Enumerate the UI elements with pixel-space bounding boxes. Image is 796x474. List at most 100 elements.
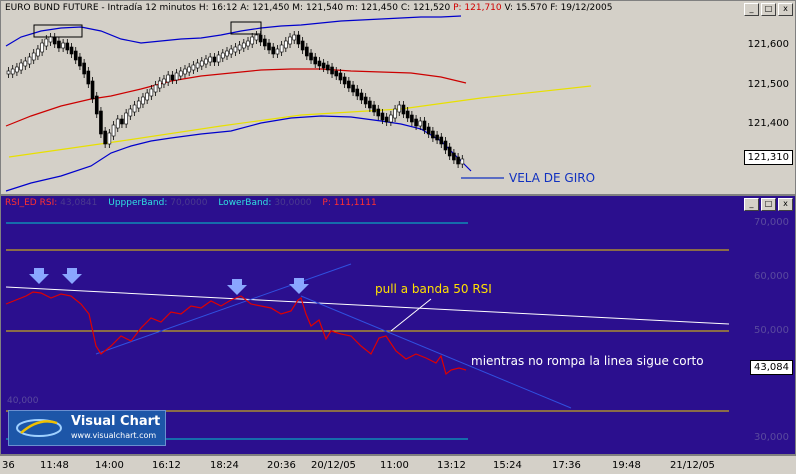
candle-body [313, 56, 318, 65]
candle-body [90, 80, 95, 100]
candle-body [23, 60, 28, 67]
trend-annotation: mientras no rompa la linea sigue corto [471, 354, 704, 368]
logo-url: www.visualchart.com [71, 431, 157, 440]
candle-body [44, 38, 49, 47]
xtick-3: 16:12 [152, 460, 181, 471]
candle-body [410, 114, 414, 123]
candle-body [166, 74, 170, 83]
candle-body [347, 80, 351, 89]
price-window-buttons: _ □ x [744, 3, 793, 16]
down-arrow-2 [62, 268, 82, 284]
white-trend-line [5, 286, 730, 325]
candle-body [69, 46, 74, 55]
candle-body [376, 108, 381, 117]
rsi-ytick-50: 50,000 [754, 325, 789, 336]
candle-body [431, 130, 435, 139]
candle-body [288, 36, 292, 45]
candle-body [191, 64, 196, 71]
candle-body [279, 44, 284, 53]
candle-body [36, 48, 40, 57]
candle-body [355, 88, 360, 97]
candle-body [372, 104, 376, 113]
candle-body [254, 34, 259, 41]
candle-body [422, 120, 427, 131]
rsi-ytick-60: 60,000 [754, 271, 789, 282]
lower-bollinger-line [5, 115, 472, 192]
xtick-0: 36 [2, 460, 15, 471]
close-button[interactable]: x [778, 3, 793, 16]
candle-body [183, 68, 187, 75]
price-chart-pane[interactable]: EURO BUND FUTURE - Intradía 12 minutos H… [0, 0, 796, 195]
candle-body [389, 114, 393, 123]
xtick-5: 20:36 [267, 460, 296, 471]
xtick-8: 13:12 [437, 460, 466, 471]
down-arrow-1 [29, 268, 49, 284]
xtick-7: 11:00 [380, 460, 409, 471]
xtick-12: 21/12/05 [670, 460, 715, 471]
minimize-button[interactable]: _ [744, 198, 759, 211]
maximize-button[interactable]: □ [761, 198, 776, 211]
down-arrows [29, 268, 309, 295]
candle-body [233, 46, 238, 53]
candle-body [162, 78, 166, 85]
pull-annotation: pull a banda 50 RSI [375, 282, 492, 296]
maximize-button[interactable]: □ [761, 3, 776, 16]
candle-body [363, 96, 368, 105]
candle-body [237, 44, 242, 51]
candle-body [120, 118, 124, 125]
rsi-ytick-70: 70,000 [754, 217, 789, 228]
candle-body [220, 52, 225, 59]
candle-body [242, 42, 246, 49]
candle-body [443, 140, 448, 151]
candle-body [275, 48, 280, 55]
candle-body [338, 72, 343, 81]
candle-body [212, 56, 217, 63]
candle-body [384, 116, 389, 123]
candle-body [393, 108, 397, 119]
time-x-axis: 36 11:48 14:00 16:12 18:24 20:36 20/12/0… [0, 455, 796, 474]
candle-body [250, 36, 255, 45]
candle-body [52, 36, 57, 45]
candle-body [401, 104, 406, 115]
candle-body [460, 158, 465, 165]
candle-body [86, 70, 91, 85]
candle-body [246, 40, 250, 47]
down-arrow-3 [227, 279, 247, 295]
candle-body [267, 42, 271, 51]
candle-body [321, 62, 326, 69]
candle-body [225, 50, 229, 57]
candle-body [326, 64, 330, 71]
xtick-11: 19:48 [612, 460, 641, 471]
candle-body [31, 52, 36, 61]
candle-body [296, 34, 301, 45]
candle-body [145, 92, 149, 101]
logo-name: Visual Chart [71, 414, 161, 429]
candle-body [439, 136, 444, 145]
candle-body [380, 112, 385, 121]
candle-body [447, 146, 452, 157]
candle-body [15, 66, 19, 73]
candle-body [330, 66, 334, 75]
rsi-ytick-30: 30,000 [754, 432, 789, 443]
candle-body [351, 84, 355, 93]
candle-body [216, 54, 221, 63]
candle-body [292, 34, 297, 41]
candle-body [115, 118, 120, 129]
xtick-6: 20/12/05 [311, 460, 356, 471]
candle-body [178, 70, 183, 77]
candle-body [199, 60, 204, 67]
xtick-4: 18:24 [210, 460, 239, 471]
close-button[interactable]: x [778, 198, 793, 211]
minimize-button[interactable]: _ [744, 3, 759, 16]
candle-body [187, 66, 191, 73]
candle-body [132, 104, 137, 113]
last-price-box: 121,310 [743, 150, 793, 165]
candle-body [174, 72, 179, 81]
candle-body [317, 60, 322, 67]
candle-body [157, 80, 162, 89]
candle-body [397, 104, 402, 113]
price-ytick-3: 121,400 [747, 118, 789, 129]
candle-body [300, 40, 305, 51]
candle-body [452, 152, 456, 161]
candle-body [153, 84, 158, 93]
